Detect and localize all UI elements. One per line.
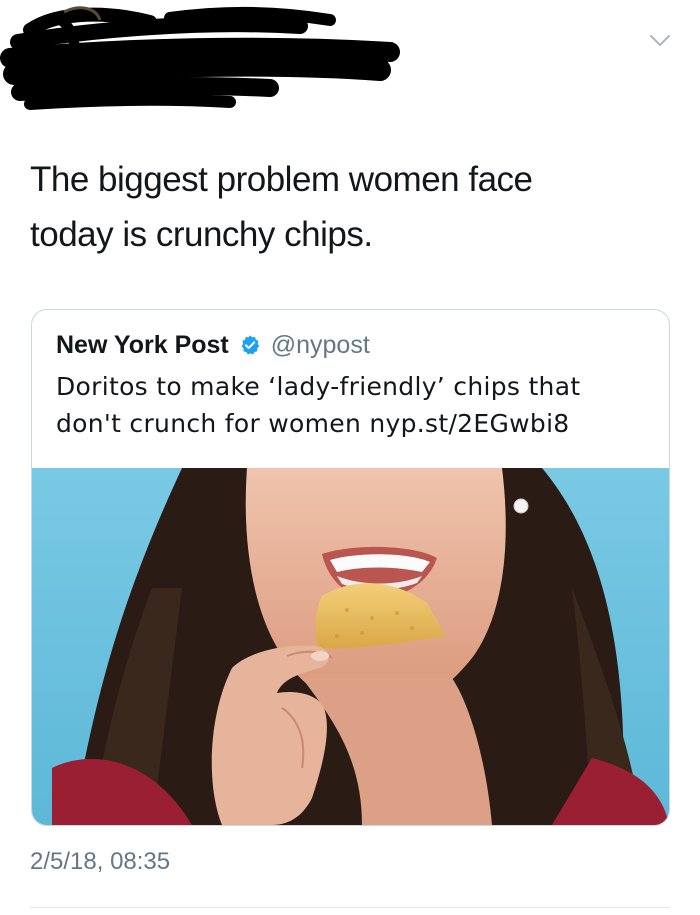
- tweet-timestamp[interactable]: 2/5/18, 08:35: [30, 848, 170, 876]
- quoted-author-name[interactable]: New York Post: [56, 331, 229, 360]
- redacted-author: [0, 6, 400, 110]
- verified-badge-icon: [241, 335, 259, 355]
- tweet-header: [0, 0, 700, 130]
- tweet-text-line: The biggest problem women face: [30, 160, 533, 199]
- chevron-down-icon[interactable]: [648, 32, 672, 50]
- quoted-text-line: don't crunch for women nyp.st/2EGwbi8: [56, 409, 570, 438]
- quoted-tweet-text: Doritos to make ‘lady-friendly’ chips th…: [56, 368, 646, 442]
- tweet-text-line: today is crunchy chips.: [30, 215, 373, 254]
- quoted-tweet-header: New York Post @nypost: [56, 330, 370, 360]
- divider: [30, 907, 670, 908]
- quoted-author-handle[interactable]: @nypost: [271, 331, 370, 360]
- tweet-text: The biggest problem women face today is …: [30, 152, 670, 262]
- quoted-tweet-photo[interactable]: [32, 468, 669, 825]
- quoted-text-line: Doritos to make ‘lady-friendly’ chips th…: [56, 372, 581, 401]
- quoted-tweet-card[interactable]: New York Post @nypost Doritos to make ‘l…: [31, 309, 670, 826]
